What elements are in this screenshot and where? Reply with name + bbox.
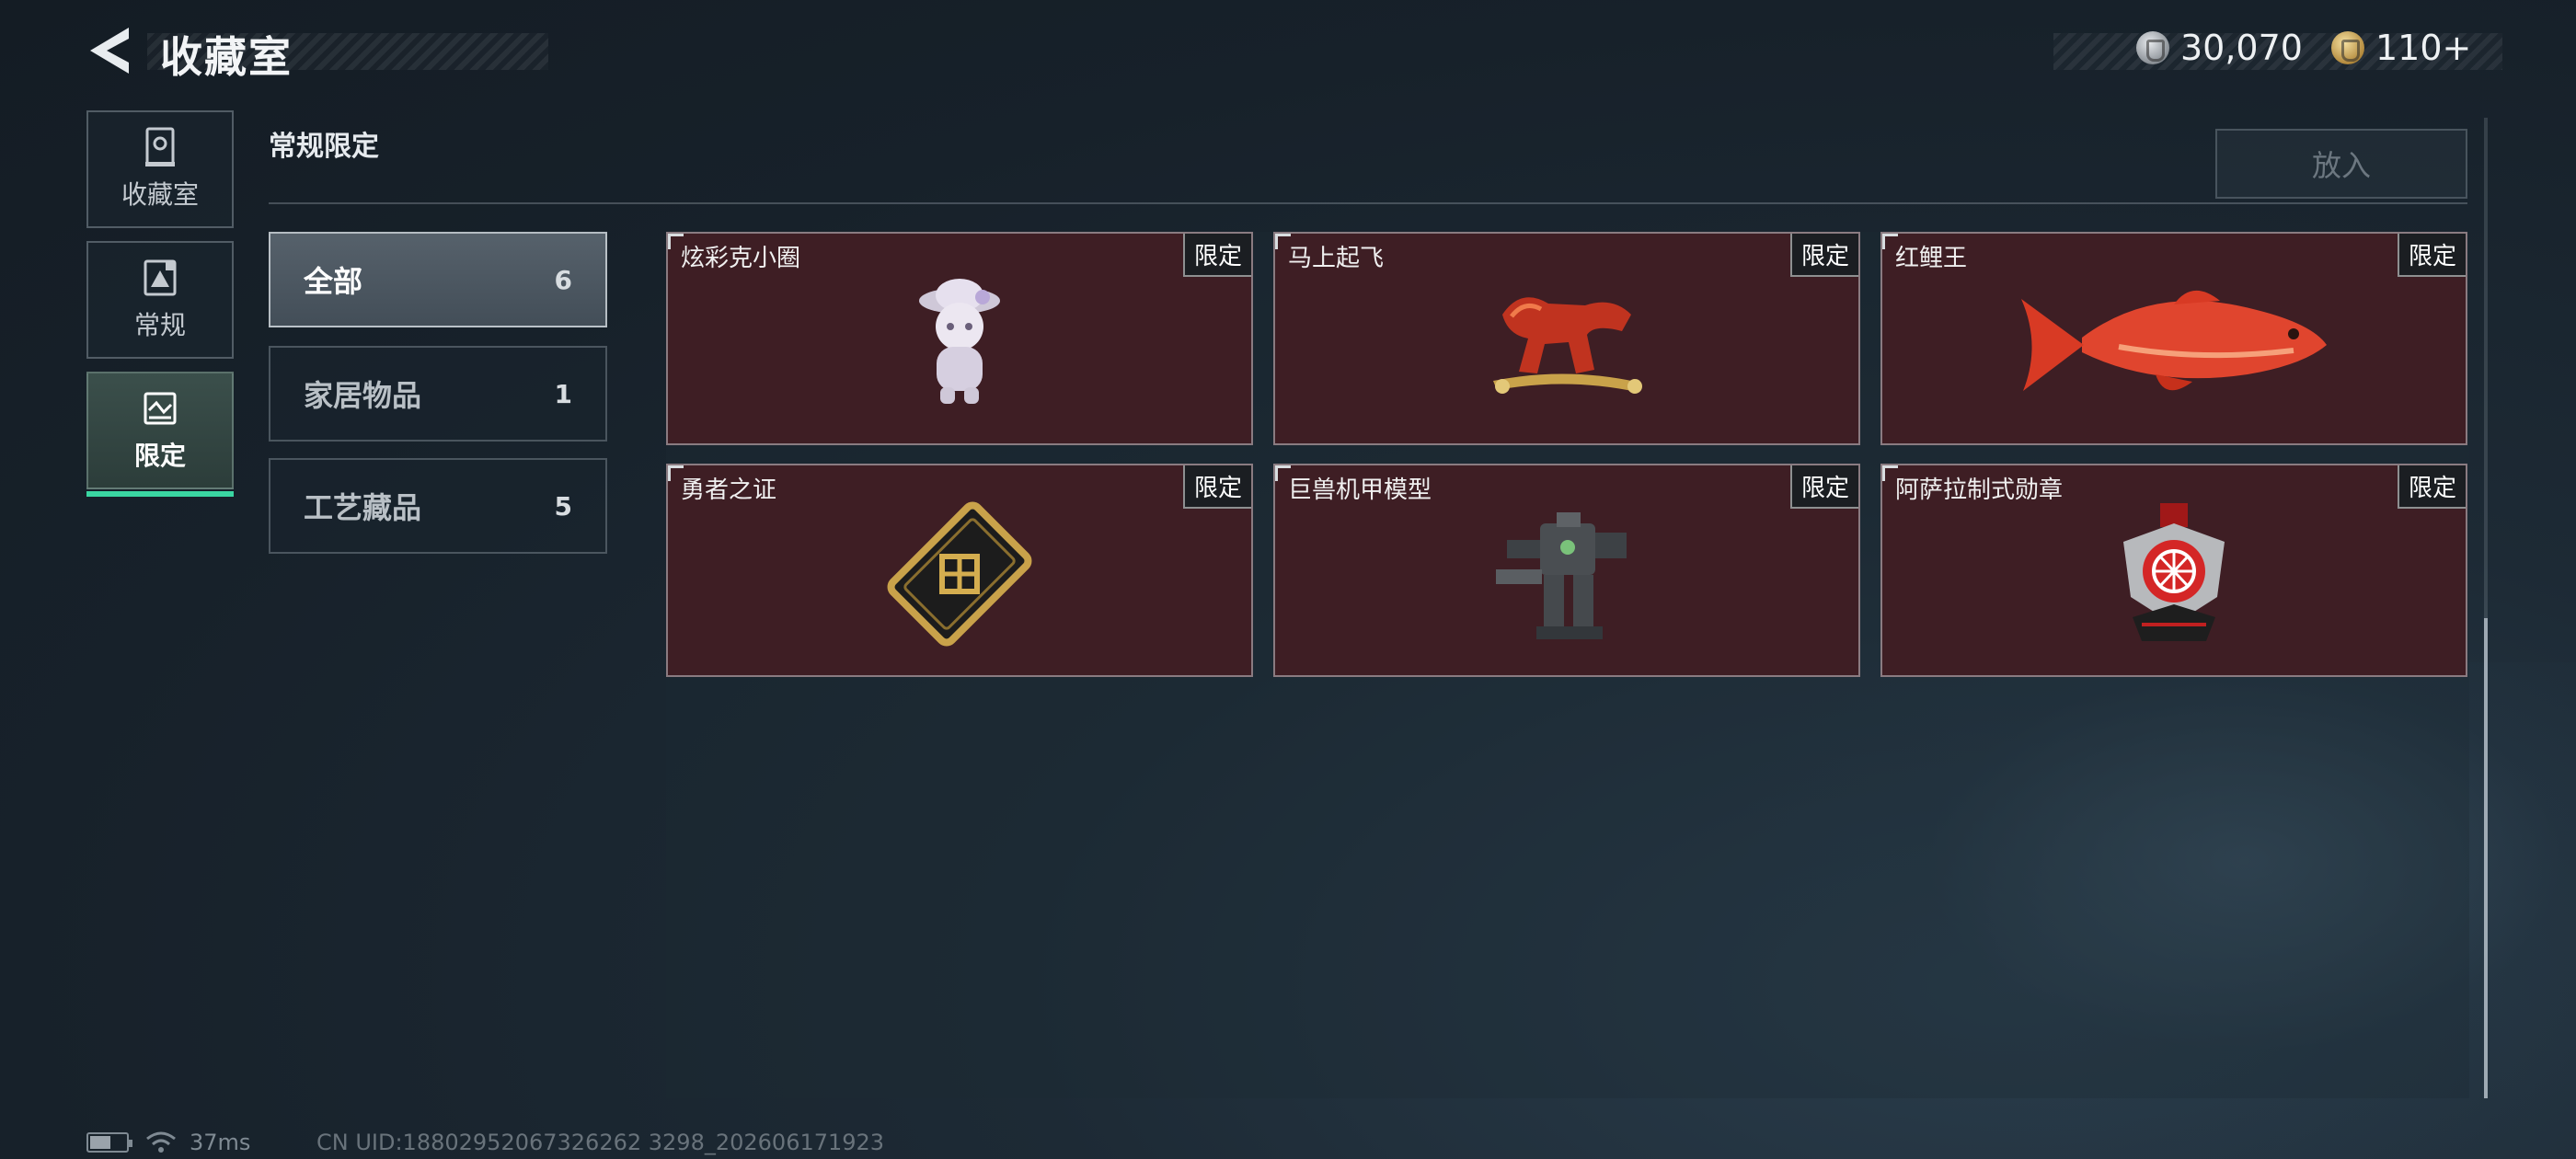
item-name: 巨兽机甲模型	[1288, 476, 1432, 504]
carp-fish-icon	[2021, 290, 2327, 391]
item-card[interactable]: 炫彩克小圈 限定	[666, 232, 1253, 445]
side-tab-limited[interactable]: 限定	[86, 372, 234, 497]
section-title: 常规限定	[269, 131, 379, 163]
gold-currency[interactable]: 110+	[2331, 28, 2471, 68]
item-name: 炫彩克小圈	[681, 245, 801, 272]
limited-badge: 限定	[1789, 234, 1858, 277]
item-name: 阿萨拉制式勋章	[1895, 476, 2064, 504]
limited-badge: 限定	[1182, 465, 1251, 509]
uid-text: CN UID:18802952067326262 3298_2026061719…	[316, 1130, 885, 1155]
section-divider	[269, 202, 2467, 204]
item-card[interactable]: 勇者之证 限定	[666, 464, 1253, 677]
limited-badge: 限定	[2397, 234, 2466, 277]
item-card[interactable]: 巨兽机甲模型 限定	[1273, 464, 1860, 677]
silver-currency: 30,070	[2136, 28, 2303, 68]
page-title: 收藏室	[160, 32, 293, 82]
filter-label: 工艺藏品	[304, 490, 422, 525]
filter-crafts[interactable]: 工艺藏品 5	[269, 458, 607, 554]
horse-statue-icon	[1493, 297, 1642, 394]
limited-badge: 限定	[1789, 465, 1858, 509]
item-card[interactable]: 阿萨拉制式勋章 限定	[1880, 464, 2467, 677]
side-tab-collection[interactable]: 收藏室	[86, 110, 234, 228]
scrollbar-thumb[interactable]	[2484, 618, 2488, 1098]
item-card[interactable]: 马上起飞 限定	[1273, 232, 1860, 445]
gold-card-icon	[887, 501, 1032, 647]
ping-text: 37ms	[190, 1130, 251, 1155]
wifi-icon	[146, 1131, 176, 1153]
filter-home-items[interactable]: 家居物品 1	[269, 346, 607, 442]
figurine-icon	[919, 279, 1000, 404]
filter-count: 5	[554, 490, 572, 522]
gold-amount: 110+	[2375, 28, 2472, 68]
filter-label: 家居物品	[304, 378, 422, 413]
limited-badge: 限定	[2397, 465, 2466, 509]
limited-badge: 限定	[1182, 234, 1251, 277]
filter-label: 全部	[304, 264, 363, 299]
side-tab-label: 限定	[133, 441, 186, 471]
filter-all[interactable]: 全部 6	[269, 232, 607, 327]
gold-coin-icon	[2331, 31, 2364, 64]
items-grid: 炫彩克小圈 限定 马上起飞 限定 红鲤王 限定 勇者之证 限定 巨兽机甲模型 限…	[666, 232, 2469, 1098]
item-name: 勇者之证	[681, 476, 777, 504]
item-name: 马上起飞	[1288, 245, 1385, 272]
top-bar: 收藏室 30,070 110+	[0, 0, 2576, 101]
mech-model-icon	[1496, 512, 1627, 639]
side-tab-label: 收藏室	[121, 179, 199, 210]
filter-count: 6	[554, 264, 572, 295]
status-bar: 37ms	[86, 1130, 250, 1155]
silver-amount: 30,070	[2180, 28, 2303, 68]
side-tab-label: 常规	[133, 310, 186, 340]
item-name: 红鲤王	[1895, 245, 1968, 272]
picture-frame-icon	[144, 259, 177, 296]
display-case-icon	[145, 127, 175, 166]
item-card[interactable]: 红鲤王 限定	[1880, 232, 2467, 445]
side-tab-regular[interactable]: 常规	[86, 241, 234, 359]
battery-icon	[86, 1132, 132, 1153]
landscape-frame-icon	[144, 392, 177, 425]
put-in-button[interactable]: 放入	[2215, 129, 2467, 199]
silver-coin-icon	[2136, 31, 2169, 64]
back-arrow-icon[interactable]	[85, 24, 134, 77]
filter-count: 1	[554, 378, 572, 409]
medal-icon	[2123, 503, 2225, 641]
